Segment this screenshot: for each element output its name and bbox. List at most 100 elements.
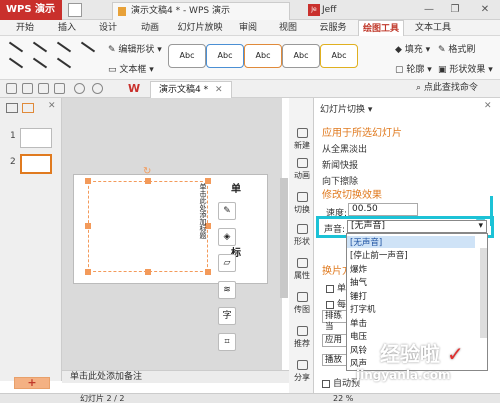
- dropdown-option[interactable]: [停止前一声音]: [350, 249, 408, 261]
- sidebar-item-properties[interactable]: 属性: [290, 258, 314, 281]
- autopreview-check[interactable]: 自动预: [322, 376, 360, 389]
- tab-drawing-tools[interactable]: 绘图工具: [358, 20, 404, 36]
- outline-button[interactable]: ▢ 轮廓 ▾: [395, 62, 432, 75]
- tab-view[interactable]: 视图: [273, 20, 303, 36]
- rehearse-button[interactable]: 排练当: [322, 310, 348, 332]
- line-shape-icon[interactable]: [56, 57, 72, 69]
- selected-shape[interactable]: [88, 181, 208, 272]
- notes-area[interactable]: 单击此处添加备注: [62, 370, 300, 383]
- slide-thumbnail-1[interactable]: [20, 128, 52, 148]
- save-icon[interactable]: [6, 83, 17, 94]
- sidebar-item-upload[interactable]: 传图: [290, 292, 314, 315]
- line-shape-icon[interactable]: [8, 41, 24, 53]
- close-pane-icon[interactable]: ✕: [48, 101, 56, 111]
- shape-style-4[interactable]: Abc: [282, 44, 320, 68]
- close-button[interactable]: ✕: [476, 2, 494, 18]
- zoom-level[interactable]: 22 %: [333, 394, 353, 403]
- fill-icon[interactable]: ◈: [218, 228, 236, 246]
- canvas-scrollbar[interactable]: [280, 178, 288, 298]
- resize-handle[interactable]: [85, 178, 91, 184]
- close-tab-icon[interactable]: ✕: [215, 85, 223, 95]
- dropdown-option[interactable]: 锤打: [350, 290, 367, 302]
- panel-title[interactable]: 幻灯片切换 ▾: [320, 102, 372, 115]
- resize-handle[interactable]: [145, 269, 151, 275]
- line-shapes-gallery[interactable]: [6, 40, 98, 74]
- command-search[interactable]: ⌕ 点此查找命令: [416, 81, 496, 96]
- sidebar-item-transition[interactable]: 切换: [290, 192, 314, 215]
- line-color-icon[interactable]: ▱: [218, 254, 236, 272]
- slide-thumbnail-2[interactable]: [20, 154, 52, 174]
- add-slide-button[interactable]: +: [14, 377, 50, 389]
- play-button[interactable]: 播放: [322, 354, 348, 366]
- wps-app-button[interactable]: WPS 演示▼: [0, 0, 62, 34]
- outline-view-icon[interactable]: [6, 103, 18, 113]
- document-tab[interactable]: 演示文稿4 * - WPS 演示: [112, 2, 290, 20]
- resize-handle[interactable]: [85, 269, 91, 275]
- sidebar-item-shape[interactable]: 形状: [290, 224, 314, 247]
- check-every[interactable]: 每: [326, 297, 346, 310]
- document-tab-2[interactable]: 演示文稿4 * ✕: [150, 81, 232, 98]
- tab-review[interactable]: 审阅: [233, 20, 263, 36]
- edit-shape-button[interactable]: ✎ 编辑形状 ▾: [108, 42, 162, 55]
- undo-icon[interactable]: [74, 83, 85, 94]
- shape-style-3[interactable]: Abc: [244, 44, 282, 68]
- text-style-icon[interactable]: 字: [218, 307, 236, 325]
- export-icon[interactable]: [54, 83, 65, 94]
- line-shape-icon[interactable]: [80, 41, 96, 53]
- tab-animation[interactable]: 动画: [135, 20, 165, 36]
- resize-handle[interactable]: [85, 223, 91, 229]
- crop-icon[interactable]: ⌗: [218, 333, 236, 351]
- textbox-button[interactable]: ▭ 文本框 ▾: [108, 62, 154, 75]
- rotate-handle-icon[interactable]: ↻: [143, 166, 151, 177]
- dropdown-option[interactable]: 电压: [350, 330, 367, 342]
- sound-select[interactable]: [无声音] ▾: [347, 220, 487, 233]
- print-icon[interactable]: [22, 83, 33, 94]
- sidebar-item-new[interactable]: 新建: [290, 128, 314, 151]
- shape-effects-button[interactable]: ▣ 形状效果 ▾: [438, 62, 493, 75]
- resize-handle[interactable]: [205, 269, 211, 275]
- dropdown-option[interactable]: 抽气: [350, 276, 367, 288]
- slides-view-icon[interactable]: [22, 103, 34, 113]
- fill-button[interactable]: ◆ 填充 ▾: [395, 42, 430, 55]
- shape-style-1[interactable]: Abc: [168, 44, 206, 68]
- sidebar-item-animation[interactable]: 动画: [290, 158, 314, 181]
- shape-style-5[interactable]: Abc: [320, 44, 358, 68]
- dropdown-option[interactable]: [无声音]: [350, 236, 382, 248]
- resize-handle[interactable]: [145, 178, 151, 184]
- line-shape-icon[interactable]: [8, 57, 24, 69]
- transition-item[interactable]: 新闻快报: [322, 158, 358, 171]
- maximize-button[interactable]: ❐: [446, 2, 464, 18]
- home-icon[interactable]: [68, 3, 82, 17]
- speed-input[interactable]: 00.50: [348, 203, 418, 216]
- transition-item[interactable]: 从全黑淡出: [322, 142, 367, 155]
- layers-icon[interactable]: ≋: [218, 281, 236, 299]
- avatar: Je: [308, 3, 320, 16]
- tab-start[interactable]: 开始: [10, 20, 40, 36]
- format-painter-button[interactable]: ✎ 格式刷: [438, 42, 475, 55]
- user-account[interactable]: Je Jeff: [308, 2, 368, 18]
- line-shape-icon[interactable]: [32, 57, 48, 69]
- redo-icon[interactable]: [92, 83, 103, 94]
- preview-icon[interactable]: [38, 83, 49, 94]
- sidebar-item-share[interactable]: 分享: [290, 360, 314, 383]
- dropdown-option[interactable]: 爆炸: [350, 263, 367, 275]
- line-shape-icon[interactable]: [56, 41, 72, 53]
- tab-design[interactable]: 设计: [93, 20, 123, 36]
- sidebar-item-recommend[interactable]: 推荐: [290, 326, 314, 349]
- checkbox[interactable]: [326, 300, 334, 309]
- tab-insert[interactable]: 插入: [52, 20, 82, 36]
- close-panel-icon[interactable]: ✕: [484, 101, 492, 111]
- tab-text-tools[interactable]: 文本工具: [410, 20, 456, 36]
- apply-button[interactable]: 应用: [322, 334, 348, 347]
- line-shape-icon[interactable]: [32, 41, 48, 53]
- dropdown-option[interactable]: 打字机: [350, 303, 376, 315]
- checkbox[interactable]: [326, 284, 334, 293]
- dropdown-option[interactable]: 风铃: [350, 344, 367, 356]
- dropdown-option[interactable]: 单击: [350, 317, 367, 329]
- shape-style-2[interactable]: Abc: [206, 44, 244, 68]
- checkbox[interactable]: [322, 379, 330, 388]
- edit-text-icon[interactable]: ✎: [218, 202, 236, 220]
- tab-cloud[interactable]: 云服务: [313, 20, 353, 36]
- tab-slideshow[interactable]: 幻灯片放映: [175, 20, 225, 36]
- minimize-button[interactable]: —: [420, 2, 438, 18]
